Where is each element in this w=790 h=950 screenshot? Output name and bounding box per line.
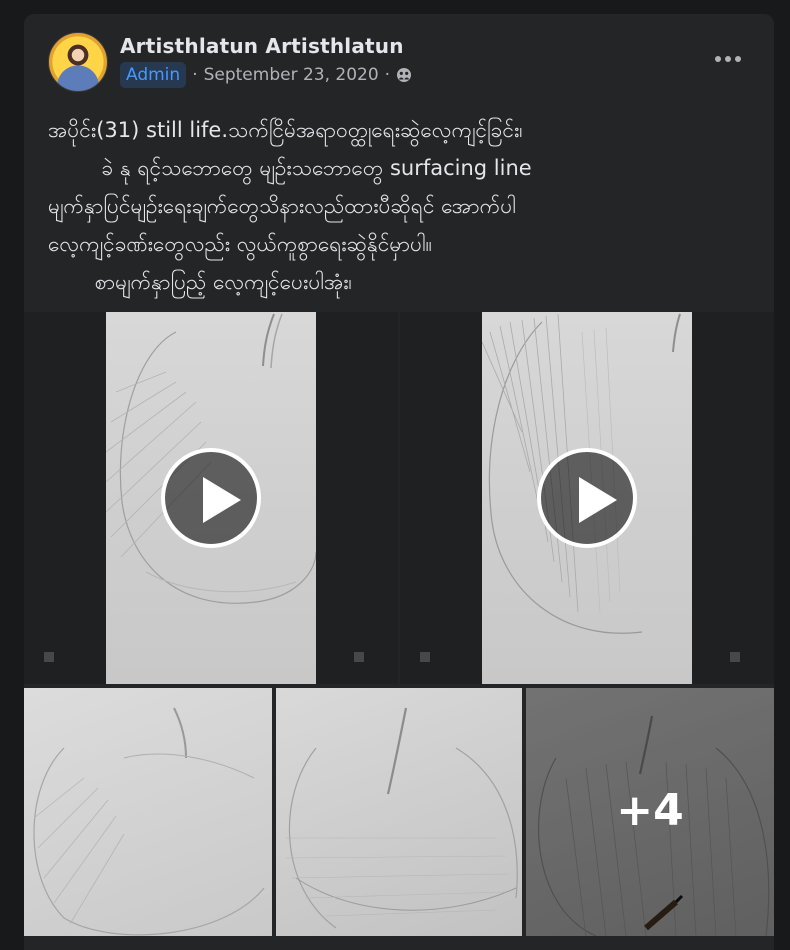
video-controls bbox=[420, 652, 740, 662]
post-date[interactable]: September 23, 2020 bbox=[204, 65, 379, 85]
admin-badge[interactable]: Admin bbox=[120, 62, 187, 88]
photo-thumbnail[interactable] bbox=[276, 688, 522, 936]
post-text-line: လေ့ကျင့်ခဏ်းတွေလည်း လွယ်ကူစွာရေးဆွဲနိုင်… bbox=[48, 232, 433, 256]
video-thumbnail[interactable] bbox=[400, 312, 774, 684]
post-text-line: မျက်နှာပြင်မျဉ်းရေးချက်တွေသိနားလည်ထားပီဆ… bbox=[48, 194, 516, 218]
more-options-icon[interactable] bbox=[708, 46, 748, 72]
post-card: Artisthlatun Artisthlatun Admin · Septem… bbox=[24, 14, 774, 950]
meta-separator: · bbox=[384, 65, 391, 85]
post-text-line: စာမျက်နှာပြည့် လေ့ကျင့်ပေးပါအုံး၊ bbox=[48, 270, 352, 294]
photo-thumbnail[interactable] bbox=[24, 688, 272, 936]
photo-thumbnail[interactable]: +4 bbox=[526, 688, 774, 936]
author-name[interactable]: Artisthlatun Artisthlatun bbox=[120, 34, 404, 58]
post-text: အပိုင်း(31) still life.သက်ငြိမ်အရာဝတ္ထုရ… bbox=[48, 111, 748, 301]
more-photos-count[interactable]: +4 bbox=[526, 688, 774, 936]
group-icon[interactable] bbox=[396, 67, 412, 83]
play-icon[interactable] bbox=[537, 448, 637, 548]
video-controls bbox=[44, 652, 364, 662]
media-grid: +4 bbox=[24, 312, 774, 950]
post-text-line: ခဲ နု ရင့်သဘောတွေ မျဉ်းသဘောတွေ surfacing… bbox=[48, 156, 532, 180]
meta-separator: · bbox=[192, 65, 198, 85]
post-header: Artisthlatun Artisthlatun Admin · Septem… bbox=[24, 14, 774, 94]
post-meta: Admin · September 23, 2020 · bbox=[120, 62, 412, 88]
post-text-line: အပိုင်း(31) still life.သက်ငြိမ်အရာဝတ္ထုရ… bbox=[48, 118, 523, 142]
author-avatar[interactable] bbox=[48, 32, 108, 92]
play-icon[interactable] bbox=[161, 448, 261, 548]
video-thumbnail[interactable] bbox=[24, 312, 398, 684]
